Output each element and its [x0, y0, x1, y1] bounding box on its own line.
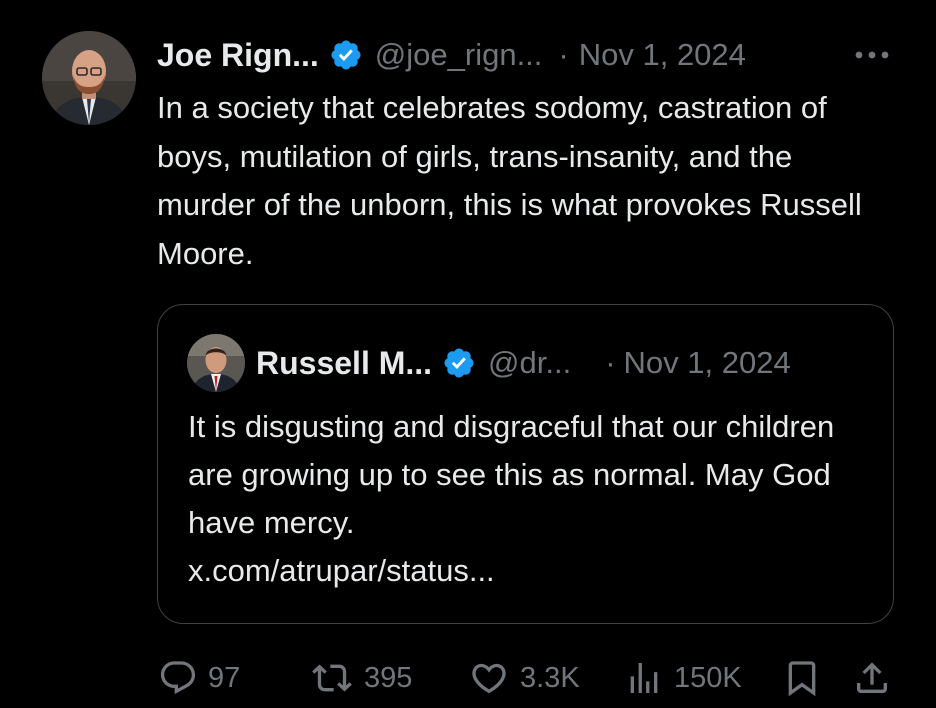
- like-button[interactable]: 3.3K: [468, 654, 580, 702]
- share-button[interactable]: [852, 654, 892, 702]
- repost-icon: [312, 664, 352, 692]
- share-icon: [857, 662, 887, 693]
- quoted-author-avatar[interactable]: [187, 334, 245, 392]
- bookmark-icon: [788, 661, 816, 697]
- repost-count: 395: [364, 661, 413, 694]
- repost-button[interactable]: 395: [310, 654, 412, 702]
- quoted-tweet-text: It is disgusting and disgraceful that ou…: [188, 409, 835, 540]
- tweet-text: In a society that celebrates sodomy, cas…: [157, 90, 862, 271]
- verified-badge-icon[interactable]: [442, 346, 476, 380]
- quoted-tweet-body: It is disgusting and disgraceful that ou…: [188, 403, 878, 595]
- reply-count: 97: [208, 661, 241, 694]
- author-avatar[interactable]: [42, 31, 136, 125]
- quoted-author-name[interactable]: Russell M...: [256, 345, 432, 382]
- views-button[interactable]: 150K: [624, 654, 742, 702]
- views-icon: [630, 663, 658, 693]
- quoted-tweet-date[interactable]: Nov 1, 2024: [624, 345, 791, 381]
- more-options-icon[interactable]: [850, 40, 894, 70]
- author-handle[interactable]: @joe_rign...: [375, 37, 543, 73]
- quoted-author-handle[interactable]: @dr...: [488, 345, 571, 381]
- action-bar: 97 395 3.3K 150K: [158, 654, 898, 702]
- quoted-tweet-link[interactable]: x.com/atrupar/status...: [188, 553, 495, 588]
- tweet-date[interactable]: Nov 1, 2024: [579, 37, 746, 73]
- separator-dot: ·: [605, 345, 616, 380]
- separator-dot: ·: [558, 37, 569, 72]
- heart-icon: [472, 663, 506, 694]
- reply-icon: [160, 661, 196, 695]
- tweet-header: Joe Rign... @joe_rign... · Nov 1, 2024: [157, 30, 746, 80]
- bookmark-button[interactable]: [782, 654, 822, 702]
- views-count: 150K: [674, 661, 742, 694]
- verified-badge-icon[interactable]: [329, 38, 363, 72]
- like-count: 3.3K: [520, 661, 580, 694]
- author-name[interactable]: Joe Rign...: [157, 37, 319, 74]
- quoted-tweet-header: Russell M... @dr... · Nov 1, 2024: [256, 338, 791, 388]
- reply-button[interactable]: 97: [158, 654, 240, 702]
